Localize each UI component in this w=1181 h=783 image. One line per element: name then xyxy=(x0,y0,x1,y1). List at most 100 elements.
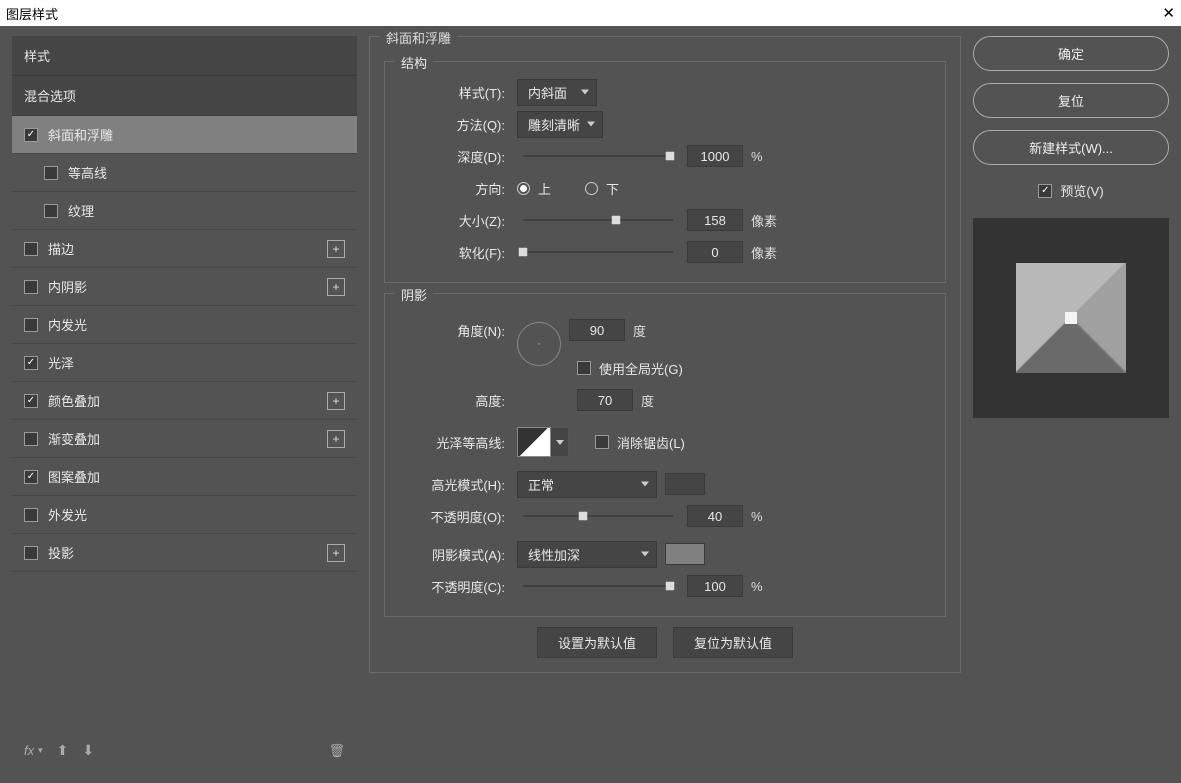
size-slider[interactable] xyxy=(523,219,673,221)
effect-checkbox[interactable] xyxy=(24,432,38,446)
angle-dial[interactable]: · xyxy=(517,322,561,366)
highlight-mode-value: 正常 xyxy=(528,478,554,493)
highlight-opacity-input[interactable] xyxy=(687,505,743,527)
angle-label: 角度(N): xyxy=(399,321,509,340)
effect-checkbox[interactable] xyxy=(44,166,58,180)
altitude-label: 高度: xyxy=(399,391,509,410)
effect-row[interactable]: 光泽 xyxy=(12,344,357,382)
trash-icon[interactable]: 🗑 xyxy=(328,743,345,759)
effect-checkbox[interactable] xyxy=(24,508,38,522)
soften-slider[interactable] xyxy=(523,251,673,253)
gloss-contour-swatch[interactable] xyxy=(517,427,551,457)
antialias-checkbox[interactable] xyxy=(595,435,609,449)
altitude-input[interactable] xyxy=(577,389,633,411)
effect-checkbox[interactable] xyxy=(24,546,38,560)
arrow-up-icon[interactable]: ⬆ xyxy=(57,742,69,759)
direction-down-radio[interactable] xyxy=(585,182,598,195)
shadow-opacity-unit: % xyxy=(751,579,763,594)
effect-row[interactable]: 颜色叠加+ xyxy=(12,382,357,420)
highlight-opacity-unit: % xyxy=(751,509,763,524)
effect-checkbox[interactable] xyxy=(24,470,38,484)
effect-row[interactable]: 图案叠加 xyxy=(12,458,357,496)
antialias-label: 消除锯齿(L) xyxy=(617,433,685,452)
sidebar-footer: fx ▾ ⬆ ⬇ 🗑 xyxy=(12,728,357,773)
main-area: 样式 混合选项 斜面和浮雕等高线纹理描边+内阴影+内发光光泽颜色叠加+渐变叠加+… xyxy=(0,26,1181,783)
panel-title: 斜面和浮雕 xyxy=(380,28,457,47)
shadow-opacity-input[interactable] xyxy=(687,575,743,597)
direction-up-text: 上 xyxy=(538,179,551,198)
arrow-down-icon[interactable]: ⬇ xyxy=(82,742,94,759)
depth-slider[interactable] xyxy=(523,155,673,157)
highlight-mode-dropdown[interactable]: 正常 xyxy=(517,471,657,498)
close-icon[interactable]: ✕ xyxy=(1162,4,1175,22)
technique-label: 方法(Q): xyxy=(399,115,509,134)
add-effect-icon[interactable]: + xyxy=(327,430,345,448)
cancel-button[interactable]: 复位 xyxy=(973,83,1169,118)
size-input[interactable] xyxy=(687,209,743,231)
right-column: 确定 复位 新建样式(W)... 预览(V) xyxy=(973,36,1169,773)
shading-legend: 阴影 xyxy=(395,285,433,304)
technique-value: 雕刻清晰 xyxy=(528,118,580,133)
structure-legend: 结构 xyxy=(395,53,433,72)
style-dropdown[interactable]: 内斜面 xyxy=(517,79,597,106)
effect-row[interactable]: 内阴影+ xyxy=(12,268,357,306)
soften-unit: 像素 xyxy=(751,243,777,262)
depth-input[interactable] xyxy=(687,145,743,167)
effect-checkbox[interactable] xyxy=(24,394,38,408)
ok-button[interactable]: 确定 xyxy=(973,36,1169,71)
preview-thumbnail xyxy=(1016,263,1126,373)
sidebar: 样式 混合选项 斜面和浮雕等高线纹理描边+内阴影+内发光光泽颜色叠加+渐变叠加+… xyxy=(12,36,357,773)
styles-header[interactable]: 样式 xyxy=(12,36,357,76)
add-effect-icon[interactable]: + xyxy=(327,240,345,258)
shadow-mode-dropdown[interactable]: 线性加深 xyxy=(517,541,657,568)
preview-checkbox[interactable] xyxy=(1038,184,1052,198)
add-effect-icon[interactable]: + xyxy=(327,392,345,410)
effect-checkbox[interactable] xyxy=(24,280,38,294)
gloss-contour-dropdown[interactable] xyxy=(551,427,569,457)
gloss-contour-label: 光泽等高线: xyxy=(399,433,509,452)
effect-checkbox[interactable] xyxy=(44,204,58,218)
effect-row[interactable]: 渐变叠加+ xyxy=(12,420,357,458)
altitude-unit: 度 xyxy=(641,391,654,410)
styles-label: 样式 xyxy=(24,49,50,64)
angle-input[interactable] xyxy=(569,319,625,341)
direction-down-text: 下 xyxy=(606,179,619,198)
effect-row[interactable]: 描边 + xyxy=(12,230,357,268)
effect-label: 等高线 xyxy=(68,163,107,182)
reset-default-button[interactable]: 复位为默认值 xyxy=(673,627,793,658)
effect-label: 投影 xyxy=(48,543,74,562)
new-style-button[interactable]: 新建样式(W)... xyxy=(973,130,1169,165)
size-label: 大小(Z): xyxy=(399,211,509,230)
blend-options[interactable]: 混合选项 xyxy=(12,76,357,116)
shadow-opacity-label: 不透明度(C): xyxy=(399,577,509,596)
effect-row[interactable]: 外发光 xyxy=(12,496,357,534)
make-default-button[interactable]: 设置为默认值 xyxy=(537,627,657,658)
effect-row[interactable]: 等高线 xyxy=(12,154,357,192)
effect-row[interactable]: 斜面和浮雕 xyxy=(12,116,357,154)
effect-checkbox[interactable] xyxy=(24,318,38,332)
soften-input[interactable] xyxy=(687,241,743,263)
effect-label: 描边 xyxy=(48,239,74,258)
effect-checkbox[interactable] xyxy=(24,128,38,142)
effect-checkbox[interactable] xyxy=(24,242,38,256)
shadow-color-swatch[interactable] xyxy=(665,543,705,565)
effect-row[interactable]: 投影 + xyxy=(12,534,357,572)
direction-up-radio[interactable] xyxy=(517,182,530,195)
shading-fieldset: 阴影 角度(N): · 度 使用全局光(G) 高度: 度 xyxy=(384,293,946,617)
fx-icon[interactable]: fx xyxy=(24,743,34,758)
shadow-opacity-slider[interactable] xyxy=(523,585,673,587)
effect-row[interactable]: 纹理 xyxy=(12,192,357,230)
effect-row[interactable]: 内发光 xyxy=(12,306,357,344)
highlight-opacity-slider[interactable] xyxy=(523,515,673,517)
structure-fieldset: 结构 样式(T): 内斜面 方法(Q): 雕刻清晰 深度(D): % 方向: xyxy=(384,61,946,283)
effect-checkbox[interactable] xyxy=(24,356,38,370)
global-light-checkbox[interactable] xyxy=(577,361,591,375)
bevel-emboss-fieldset: 斜面和浮雕 结构 样式(T): 内斜面 方法(Q): 雕刻清晰 深度(D): % xyxy=(369,36,961,673)
shadow-mode-value: 线性加深 xyxy=(528,548,580,563)
depth-unit: % xyxy=(751,149,763,164)
highlight-color-swatch[interactable] xyxy=(665,473,705,495)
add-effect-icon[interactable]: + xyxy=(327,544,345,562)
technique-dropdown[interactable]: 雕刻清晰 xyxy=(517,111,603,138)
preview-label: 预览(V) xyxy=(1060,181,1103,200)
add-effect-icon[interactable]: + xyxy=(327,278,345,296)
